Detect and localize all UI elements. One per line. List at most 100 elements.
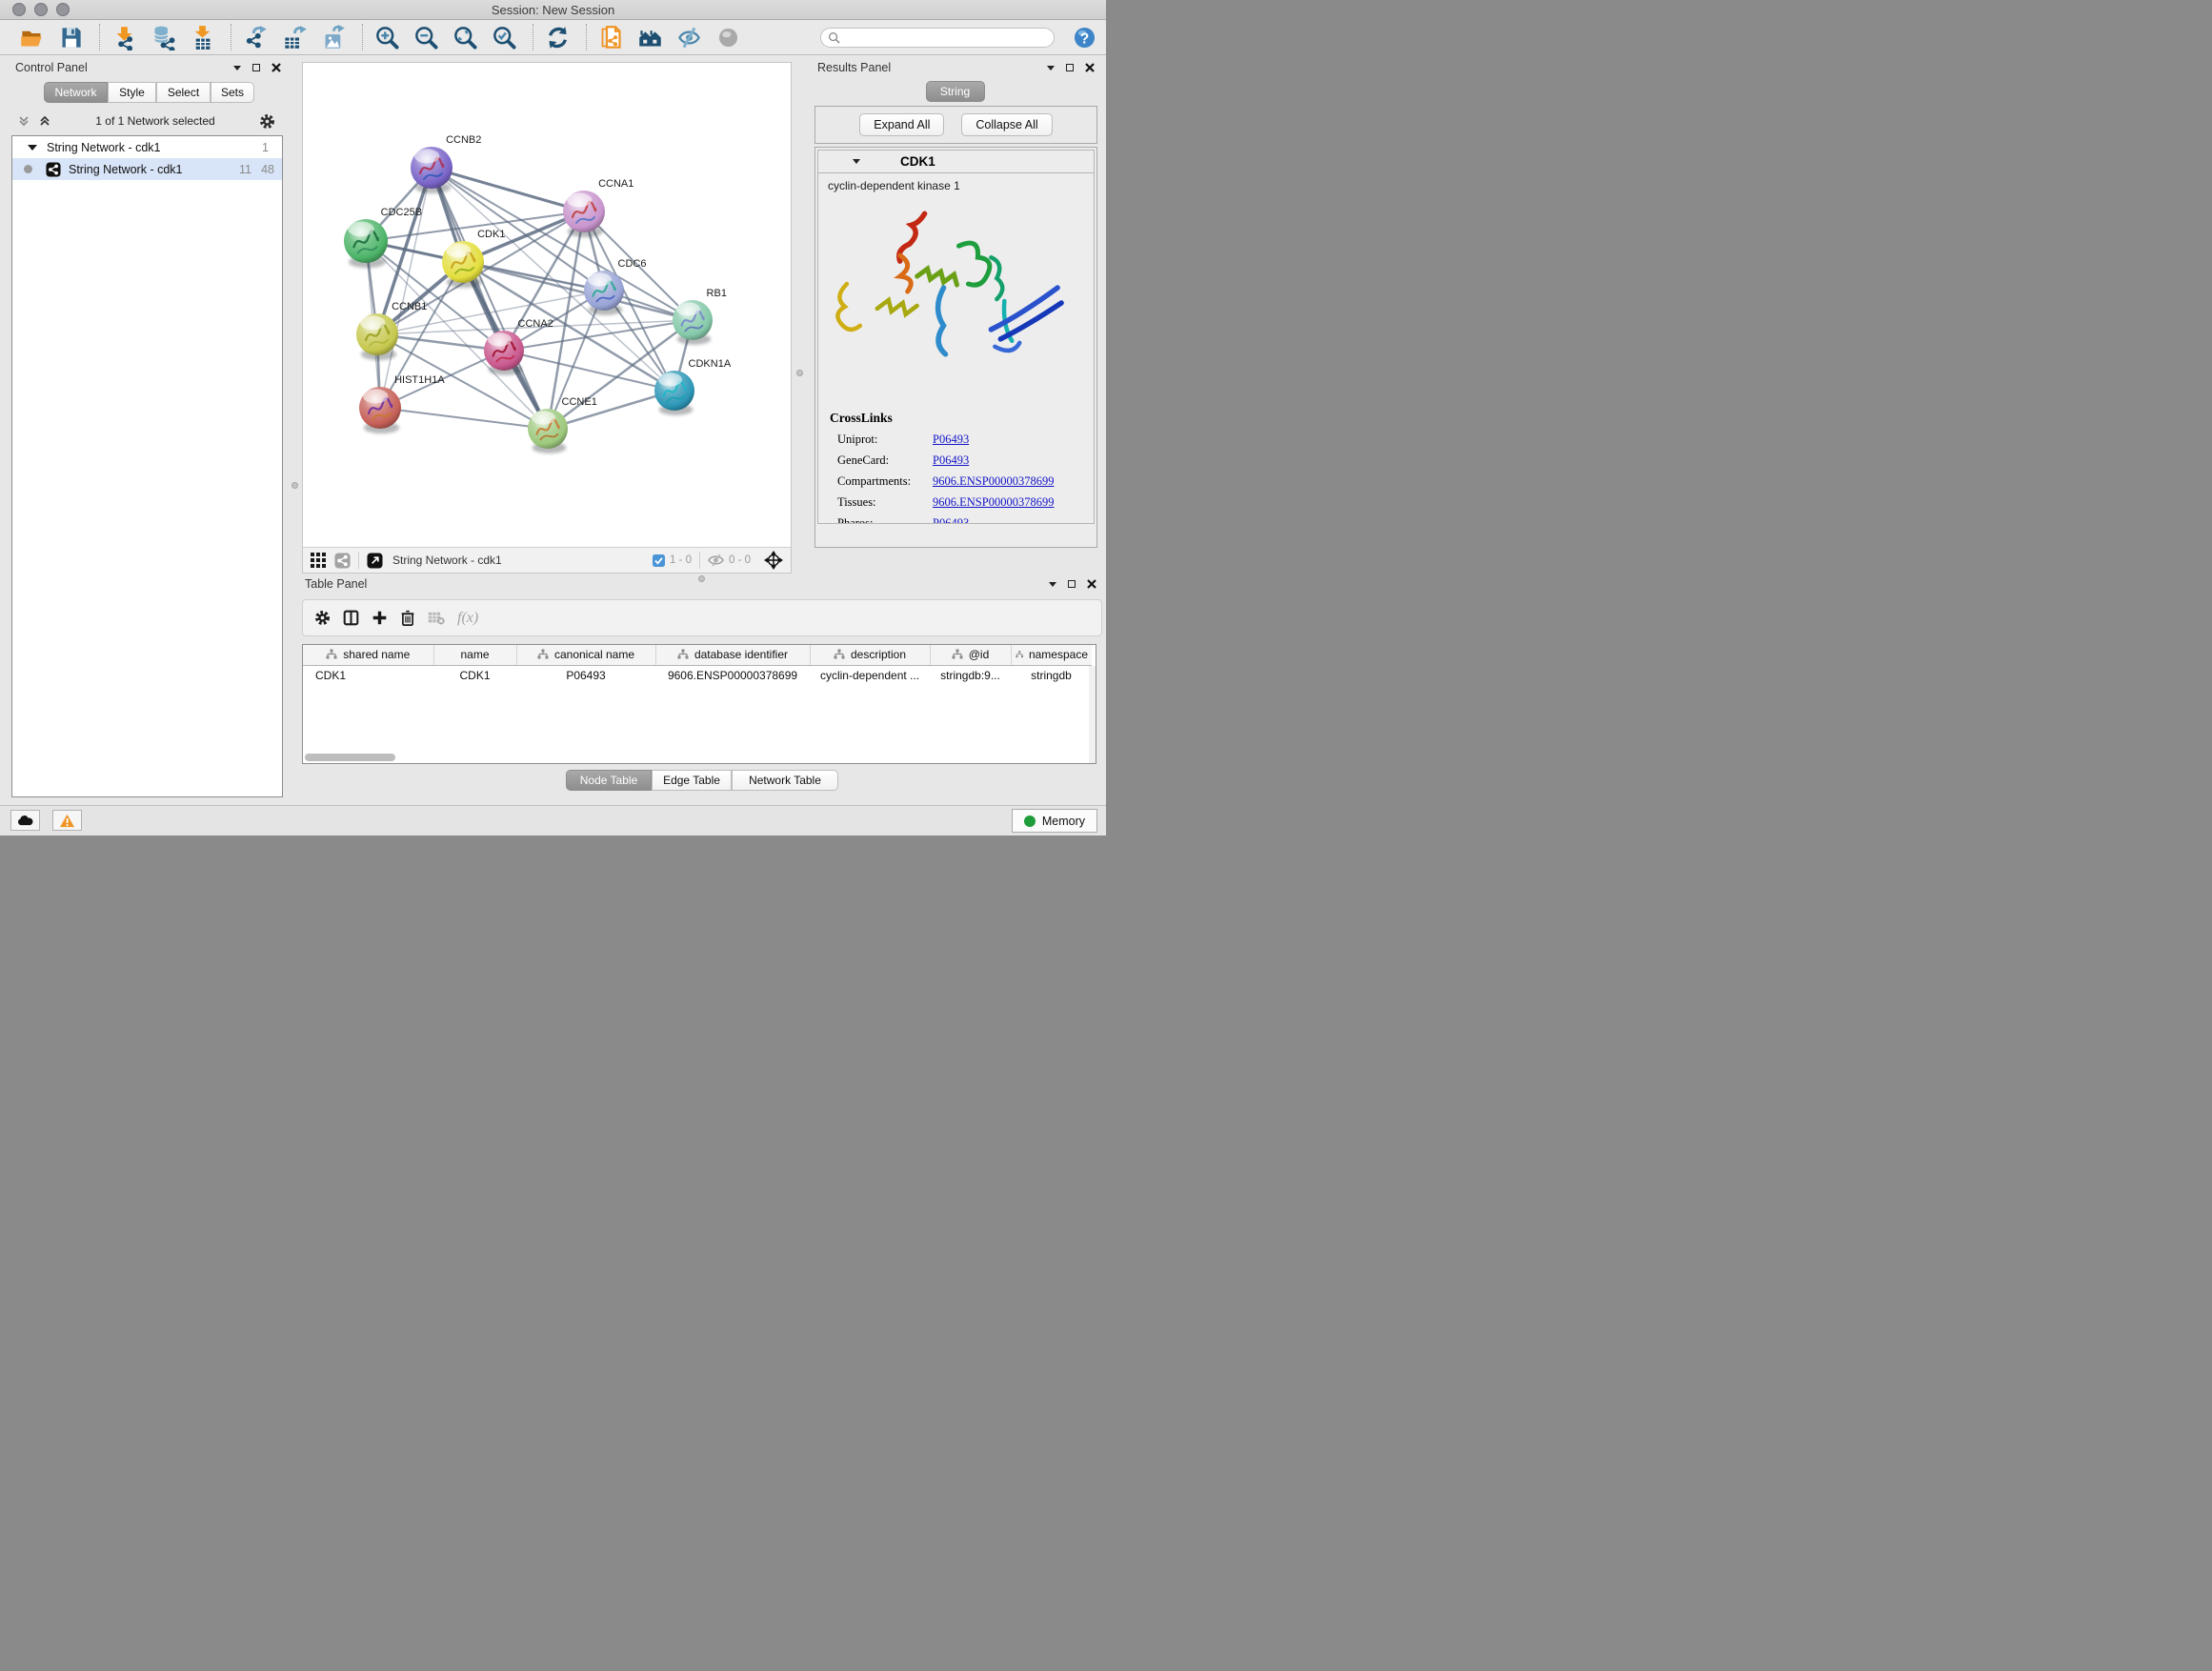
crosslink-uniprot[interactable]: P06493 bbox=[933, 433, 969, 447]
minimize-window-button[interactable] bbox=[34, 3, 48, 16]
network-collection-label: String Network - cdk1 bbox=[47, 141, 160, 154]
tab-network[interactable]: Network bbox=[44, 82, 108, 103]
show-eye-icon[interactable] bbox=[715, 25, 741, 50]
cloud-status-button[interactable] bbox=[10, 810, 40, 831]
table-vertical-scrollbar[interactable] bbox=[1089, 666, 1096, 763]
crosslink-genecard[interactable]: P06493 bbox=[933, 453, 969, 468]
table-panel-title: Table Panel bbox=[305, 577, 367, 591]
gear-icon[interactable] bbox=[259, 113, 275, 130]
cell-database-identifier[interactable]: 9606.ENSP00000378699 bbox=[655, 665, 810, 685]
help-icon[interactable]: ? bbox=[1074, 27, 1096, 49]
network-collection-row[interactable]: String Network - cdk1 1 bbox=[12, 136, 282, 158]
grid-view-icon[interactable] bbox=[311, 553, 326, 568]
panel-close-icon[interactable] bbox=[1087, 579, 1096, 589]
collapse-all-icon[interactable] bbox=[17, 114, 30, 128]
tab-network-table[interactable]: Network Table bbox=[732, 770, 838, 791]
panel-close-icon[interactable] bbox=[1085, 63, 1095, 72]
netbar-separator bbox=[699, 552, 700, 569]
delete-trash-icon[interactable] bbox=[400, 610, 415, 626]
tab-style[interactable]: Style bbox=[108, 82, 156, 103]
search-input[interactable] bbox=[840, 31, 1040, 45]
zoom-window-button[interactable] bbox=[56, 3, 70, 16]
tab-edge-table[interactable]: Edge Table bbox=[652, 770, 732, 791]
warning-status-button[interactable] bbox=[52, 810, 82, 831]
gear-icon[interactable] bbox=[314, 610, 331, 626]
cell-description[interactable]: cyclin-dependent ... bbox=[810, 665, 930, 685]
gene-section-header[interactable]: CDK1 bbox=[817, 150, 1095, 172]
column-header[interactable]: name bbox=[433, 645, 516, 665]
zoom-selected-icon[interactable] bbox=[492, 25, 517, 50]
expand-all-button[interactable]: Expand All bbox=[859, 113, 944, 136]
cell-shared-name[interactable]: CDK1 bbox=[303, 665, 433, 685]
export-table-icon[interactable] bbox=[282, 25, 308, 50]
crosslink-pharos[interactable]: P06493 bbox=[933, 516, 969, 524]
tab-string[interactable]: String bbox=[926, 81, 985, 102]
import-network-icon[interactable] bbox=[111, 25, 137, 50]
section-collapse-icon[interactable] bbox=[853, 159, 860, 164]
panel-float-icon[interactable] bbox=[1066, 64, 1074, 71]
add-column-icon[interactable] bbox=[372, 610, 388, 626]
crosslink-tissues[interactable]: 9606.ENSP00000378699 bbox=[933, 495, 1054, 510]
column-header[interactable]: description bbox=[810, 645, 930, 665]
column-header[interactable]: @id bbox=[930, 645, 1011, 665]
splitter-handle[interactable] bbox=[796, 370, 803, 376]
cell-id[interactable]: stringdb:9... bbox=[930, 665, 1011, 685]
column-header[interactable]: shared name bbox=[303, 645, 433, 665]
zoom-out-icon[interactable] bbox=[413, 25, 439, 50]
open-in-window-icon[interactable] bbox=[367, 553, 383, 569]
cell-namespace[interactable]: stringdb bbox=[1011, 665, 1092, 685]
column-header[interactable]: namespace bbox=[1011, 645, 1092, 665]
column-header[interactable]: database identifier bbox=[655, 645, 810, 665]
node-label-ccnb1: CCNB1 bbox=[392, 301, 427, 312]
column-header[interactable]: canonical name bbox=[516, 645, 655, 665]
collapse-all-button[interactable]: Collapse All bbox=[961, 113, 1052, 136]
selected-checkbox-icon[interactable] bbox=[653, 554, 665, 567]
main-toolbar: ? bbox=[0, 20, 1106, 55]
panel-close-icon[interactable] bbox=[271, 63, 281, 72]
share-document-icon[interactable] bbox=[598, 25, 624, 50]
cell-name[interactable]: CDK1 bbox=[433, 665, 516, 685]
home-networks-icon[interactable] bbox=[637, 25, 663, 50]
node-label-ccnb2: CCNB2 bbox=[446, 134, 481, 146]
crosslink-compartments[interactable]: 9606.ENSP00000378699 bbox=[933, 474, 1054, 489]
zoom-in-icon[interactable] bbox=[374, 25, 400, 50]
tab-sets[interactable]: Sets bbox=[211, 82, 254, 103]
memory-button[interactable]: Memory bbox=[1012, 809, 1097, 833]
table-row[interactable]: CDK1 CDK1 P06493 9606.ENSP00000378699 cy… bbox=[303, 665, 1092, 685]
cell-canonical-name[interactable]: P06493 bbox=[516, 665, 655, 685]
column-type-icon bbox=[677, 649, 689, 660]
import-database-icon[interactable] bbox=[151, 25, 176, 50]
birds-eye-crosshair-icon[interactable] bbox=[764, 551, 783, 570]
panel-float-icon[interactable] bbox=[1068, 580, 1076, 588]
close-window-button[interactable] bbox=[12, 3, 26, 16]
network-canvas[interactable]: CCNB2CCNA1CDC25BCDK1CDC6RB1CCNB1CCNA2CDK… bbox=[303, 63, 791, 547]
network-edge[interactable] bbox=[380, 408, 548, 429]
network-edge[interactable] bbox=[432, 168, 548, 429]
columns-icon[interactable] bbox=[343, 610, 359, 626]
hide-eye-icon[interactable] bbox=[676, 25, 702, 50]
panel-menu-icon[interactable] bbox=[1047, 66, 1055, 70]
panel-menu-icon[interactable] bbox=[1049, 582, 1056, 587]
export-network-icon[interactable] bbox=[243, 25, 269, 50]
refresh-icon[interactable] bbox=[545, 25, 571, 50]
network-row-selected[interactable]: String Network - cdk1 11 48 bbox=[12, 158, 282, 180]
panel-float-icon[interactable] bbox=[252, 64, 260, 71]
expand-up-icon[interactable] bbox=[38, 114, 51, 128]
crosslink-label: Compartments: bbox=[837, 474, 933, 489]
panel-menu-icon[interactable] bbox=[233, 66, 241, 70]
tree-expand-icon[interactable] bbox=[28, 145, 37, 151]
zoom-fit-icon[interactable] bbox=[452, 25, 478, 50]
import-table-icon[interactable] bbox=[190, 25, 215, 50]
table-header-row: shared name name canonical name database… bbox=[303, 645, 1092, 665]
node-label-ccna1: CCNA1 bbox=[598, 178, 633, 190]
network-edge[interactable] bbox=[504, 351, 674, 391]
save-session-icon[interactable] bbox=[58, 25, 84, 50]
splitter-handle[interactable] bbox=[292, 482, 298, 489]
network-share-icon[interactable] bbox=[334, 553, 351, 569]
tab-select[interactable]: Select bbox=[156, 82, 211, 103]
export-image-icon[interactable] bbox=[321, 25, 347, 50]
network-view-toolbar: String Network - cdk1 1 - 0 0 - 0 bbox=[303, 547, 791, 573]
open-session-icon[interactable] bbox=[19, 25, 45, 50]
tab-node-table[interactable]: Node Table bbox=[566, 770, 652, 791]
table-horizontal-scrollbar[interactable] bbox=[305, 754, 972, 761]
